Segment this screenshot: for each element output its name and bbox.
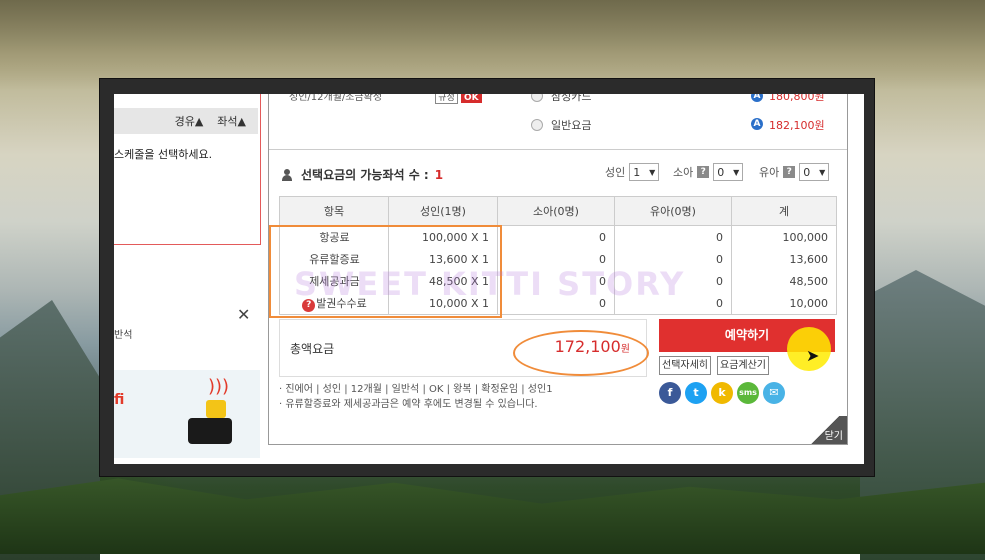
col-child: 소아(0명) bbox=[497, 196, 615, 226]
rules-chip[interactable]: 규정 bbox=[435, 94, 458, 104]
chevron-down-icon: ▼ bbox=[733, 167, 740, 177]
child-select[interactable]: 0 ▼ bbox=[713, 163, 744, 181]
wifi-ad-banner[interactable]: fi ))) bbox=[114, 370, 260, 458]
ok-badge: OK bbox=[461, 94, 482, 103]
adult-select-value: 1 bbox=[633, 165, 641, 179]
sms-icon[interactable]: sms bbox=[737, 382, 759, 404]
col-infant: 유아(0명) bbox=[614, 196, 732, 226]
child-label: 소아 bbox=[673, 166, 694, 179]
chevron-down-icon: ▼ bbox=[649, 167, 656, 177]
mouse-pointer-icon: ➤ bbox=[806, 346, 820, 365]
fare-note-line: · 진에어 | 성인 | 12개월 | 일반석 | OK | 왕복 | 확정운임… bbox=[279, 384, 553, 395]
schedule-header: 경유▲ 좌석▲ bbox=[114, 108, 258, 134]
fare-notes: · 진에어 | 성인 | 12개월 | 일반석 | OK | 왕복 | 확정운임… bbox=[279, 382, 553, 412]
annotation-ellipse bbox=[513, 330, 649, 376]
schedule-panel: 경유▲ 좌석▲ 스케줄을 선택하세요. bbox=[114, 94, 261, 245]
infant-select-value: 0 bbox=[803, 165, 811, 179]
fare-total: 13,600 bbox=[731, 248, 837, 270]
radio-button[interactable] bbox=[531, 119, 543, 131]
card-option-price: 182,100원 bbox=[769, 119, 825, 132]
twitter-icon[interactable]: t bbox=[685, 382, 707, 404]
card-option-general[interactable]: 일반요금 bbox=[531, 117, 591, 133]
fare-total: 100,000 bbox=[731, 225, 837, 248]
adult-select[interactable]: 1 ▼ bbox=[629, 163, 660, 181]
divider bbox=[269, 149, 847, 150]
card-option-samsung[interactable]: 삼성카드 bbox=[531, 94, 591, 104]
router-device-icon bbox=[188, 418, 232, 444]
fare-total: 10,000 bbox=[731, 292, 837, 315]
col-item: 항목 bbox=[279, 196, 389, 226]
mail-icon[interactable]: ✉ bbox=[763, 382, 785, 404]
chevron-down-icon: ▼ bbox=[819, 167, 826, 177]
help-icon[interactable]: ? bbox=[783, 166, 796, 178]
fare-child: 0 bbox=[497, 225, 615, 248]
sort-via-header[interactable]: 경유▲ bbox=[175, 113, 204, 129]
col-total: 계 bbox=[731, 196, 837, 226]
a-badge-icon: A bbox=[751, 118, 763, 130]
fare-detail-button[interactable]: 선택자세히 bbox=[659, 356, 711, 375]
fare-condition-row: 성인/12개월/조금확정 규정 OK bbox=[289, 94, 482, 104]
adult-count: 성인 1 ▼ bbox=[605, 163, 660, 181]
watermark: SWEET KITTI STORY bbox=[294, 265, 686, 303]
browser-content: 경유▲ 좌석▲ 스케줄을 선택하세요. ✕ 반석 fi ))) 성인/12개월/… bbox=[114, 94, 864, 464]
wifi-icon: ))) bbox=[208, 376, 230, 397]
help-icon[interactable]: ? bbox=[697, 166, 710, 178]
schedule-message: 스케줄을 선택하세요. bbox=[114, 148, 213, 161]
sort-seat-header[interactable]: 좌석▲ bbox=[217, 113, 246, 129]
child-count: 소아 ? 0 ▼ bbox=[673, 163, 744, 181]
fare-total: 48,500 bbox=[731, 270, 837, 292]
facebook-icon[interactable]: f bbox=[659, 382, 681, 404]
fare-table-header: 항목 성인(1명) 소아(0명) 유아(0명) 계 bbox=[279, 196, 837, 226]
adult-label: 성인 bbox=[605, 166, 626, 179]
card-option-label: 삼성카드 bbox=[551, 94, 592, 103]
card-option-price: 180,800원 bbox=[769, 94, 825, 103]
seat-class-text: 반석 bbox=[114, 330, 133, 341]
fare-condition-text: 성인/12개월/조금확정 bbox=[289, 94, 383, 103]
a-badge-icon: A bbox=[751, 94, 763, 102]
total-fare-label: 총액요금 bbox=[290, 342, 335, 356]
close-label: 닫기 bbox=[824, 431, 843, 442]
available-seats-count: 1 bbox=[434, 167, 444, 182]
child-select-value: 0 bbox=[717, 165, 725, 179]
fare-calculator-button[interactable]: 요금계산기 bbox=[717, 356, 769, 375]
wallpaper-forest bbox=[0, 478, 985, 554]
infant-select[interactable]: 0 ▼ bbox=[799, 163, 830, 181]
col-adult: 성인(1명) bbox=[388, 196, 498, 226]
kakaostory-icon[interactable]: k bbox=[711, 382, 733, 404]
wallpaper-clouds bbox=[0, 0, 985, 90]
infant-count: 유아 ? 0 ▼ bbox=[759, 163, 830, 181]
infant-label: 유아 bbox=[759, 166, 780, 179]
fare-note-line: · 유류할증료와 제세공과금은 예약 후에도 변경될 수 있습니다. bbox=[279, 399, 538, 410]
card-option-label: 일반요금 bbox=[551, 119, 592, 132]
person-icon bbox=[281, 168, 293, 181]
close-corner-button[interactable]: 닫기 bbox=[803, 416, 847, 444]
ad-text: fi bbox=[114, 392, 125, 408]
available-seats: 선택요금의 가능좌석 수 : 1 bbox=[281, 166, 443, 183]
radio-button[interactable] bbox=[531, 94, 543, 102]
egg-logo-icon bbox=[206, 400, 226, 418]
available-seats-label: 선택요금의 가능좌석 수 : bbox=[301, 168, 429, 182]
close-icon[interactable]: ✕ bbox=[237, 305, 250, 324]
fare-infant: 0 bbox=[614, 225, 732, 248]
